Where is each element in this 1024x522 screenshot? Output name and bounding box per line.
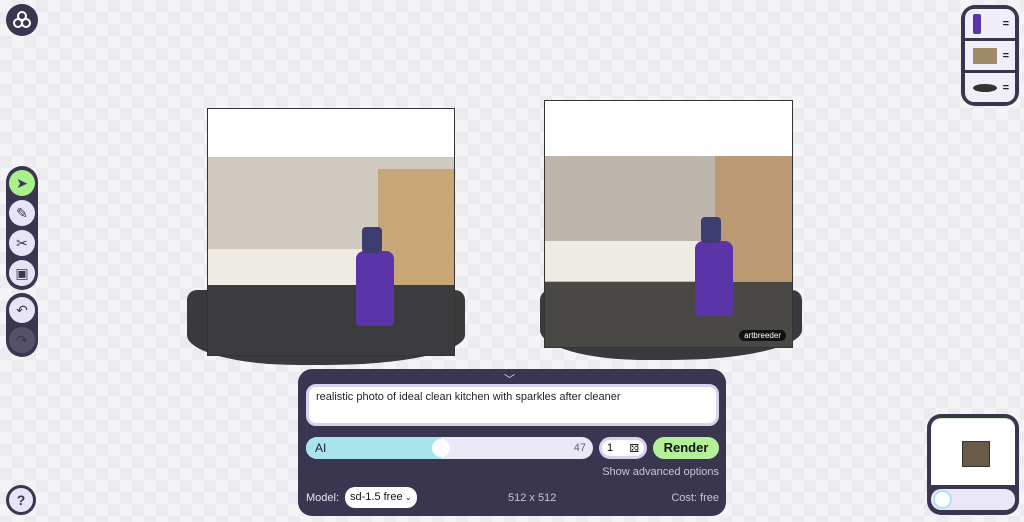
source-canvas[interactable] xyxy=(207,108,455,356)
help-button[interactable]: ? xyxy=(6,485,36,515)
scissors-icon: ✂ xyxy=(16,234,28,251)
history-bar: ↶ ↷ xyxy=(6,293,38,357)
floor xyxy=(208,285,454,355)
preview-thumbnail[interactable] xyxy=(931,418,1015,485)
app-logo[interactable] xyxy=(6,4,38,36)
spray-bottle xyxy=(356,227,394,326)
undo-button[interactable]: ↶ xyxy=(9,297,35,323)
seed-value: 1 xyxy=(607,442,614,454)
redo-button[interactable]: ↷ xyxy=(9,327,35,353)
layer-spray-bottle[interactable]: = xyxy=(965,9,1015,38)
cut-tool-button[interactable]: ✂ xyxy=(9,230,35,256)
redo-icon: ↷ xyxy=(16,331,28,348)
bottle-thumbnail xyxy=(973,13,981,34)
ai-strength-slider[interactable]: AI 47 xyxy=(306,437,593,459)
layers-panel: = = = xyxy=(961,5,1019,106)
seed-input[interactable]: 1 ⚄ xyxy=(599,437,647,459)
slider-knob[interactable] xyxy=(432,439,450,457)
cursor-icon: ➤ xyxy=(16,174,28,191)
shadow-thumbnail xyxy=(973,83,997,92)
drag-handle-icon[interactable]: = xyxy=(1003,18,1009,30)
tool-bar: ➤ ✎ ✂ ▣ xyxy=(6,166,38,290)
counter xyxy=(545,241,705,281)
help-icon: ? xyxy=(9,488,33,512)
slider-value: 47 xyxy=(573,442,586,454)
model-select[interactable]: sd-1.5 free ⌄ xyxy=(345,487,417,508)
kitchen-thumbnail xyxy=(973,47,997,64)
preview-toggle[interactable] xyxy=(931,489,1015,510)
ceiling xyxy=(208,109,454,157)
brush-icon: ✎ xyxy=(16,204,28,221)
drag-handle-icon[interactable]: = xyxy=(1003,50,1009,62)
dice-icon[interactable]: ⚄ xyxy=(629,442,639,455)
render-button[interactable]: Render xyxy=(653,437,719,459)
drag-handle-icon[interactable]: = xyxy=(1003,82,1009,94)
generated-canvas[interactable]: artbreeder xyxy=(544,100,793,348)
image-icon: ▣ xyxy=(15,264,29,281)
logo-icon xyxy=(13,11,31,28)
image-tool-button[interactable]: ▣ xyxy=(9,260,35,286)
layer-kitchen[interactable]: = xyxy=(965,41,1015,70)
ceiling xyxy=(545,101,792,156)
prompt-input[interactable]: realistic photo of ideal clean kitchen w… xyxy=(306,384,719,426)
model-label: Model: xyxy=(306,492,340,504)
image-size: 512 x 512 xyxy=(508,492,557,504)
cost-label: Cost: free xyxy=(671,492,719,504)
select-tool-button[interactable]: ➤ xyxy=(9,170,35,196)
toggle-knob xyxy=(933,490,952,509)
model-value: sd-1.5 free xyxy=(350,491,403,503)
brush-tool-button[interactable]: ✎ xyxy=(9,200,35,226)
spray-bottle xyxy=(695,217,733,316)
undo-icon: ↶ xyxy=(16,301,28,318)
counter xyxy=(208,249,378,289)
prompt-panel: ﹀ realistic photo of ideal clean kitchen… xyxy=(298,369,726,516)
chevron-down-icon: ⌄ xyxy=(402,493,412,502)
layer-shadow[interactable]: = xyxy=(965,73,1015,102)
preview-panel xyxy=(927,414,1019,515)
preview-image xyxy=(962,441,990,467)
advanced-options-link[interactable]: Show advanced options xyxy=(602,466,719,478)
watermark: artbreeder xyxy=(739,330,786,341)
slider-label: AI xyxy=(315,441,327,455)
